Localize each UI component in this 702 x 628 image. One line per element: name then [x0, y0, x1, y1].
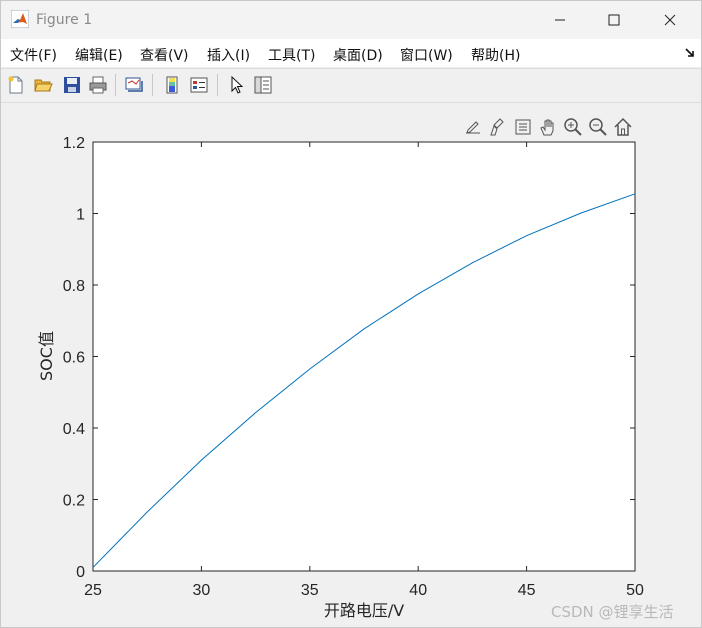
y-axis-label: SOC值 — [37, 331, 56, 381]
x-tick-label: 30 — [193, 582, 211, 599]
x-tick-label: 40 — [409, 582, 427, 599]
x-tick-label: 35 — [301, 582, 319, 599]
y-tick-label: 0.4 — [63, 421, 85, 438]
x-tick-label: 25 — [84, 582, 102, 599]
y-tick-label: 1 — [76, 207, 85, 224]
y-tick-label: 0.8 — [63, 278, 85, 295]
x-axis-label: 开路电压/V — [324, 601, 404, 620]
y-tick-label: 1.2 — [63, 135, 85, 152]
plot-area: 25 30 35 40 45 50 0 0.2 0.4 0.6 0.8 1 1.2 开路电压/V SOC… — [37, 135, 644, 620]
y-tick-label: 0 — [76, 564, 85, 581]
axes-box — [92, 141, 636, 572]
figure-window: Figure 1 文件(F) 编辑(E) 查看(V) 插入(I) 工具(T) 桌… — [0, 0, 702, 628]
y-tick-label: 0.2 — [63, 493, 85, 510]
watermark-text: CSDN @锂享生活 — [551, 603, 674, 621]
x-tick-label: 50 — [626, 582, 644, 599]
x-tick-label: 45 — [518, 582, 536, 599]
y-tick-label: 0.6 — [63, 350, 85, 367]
